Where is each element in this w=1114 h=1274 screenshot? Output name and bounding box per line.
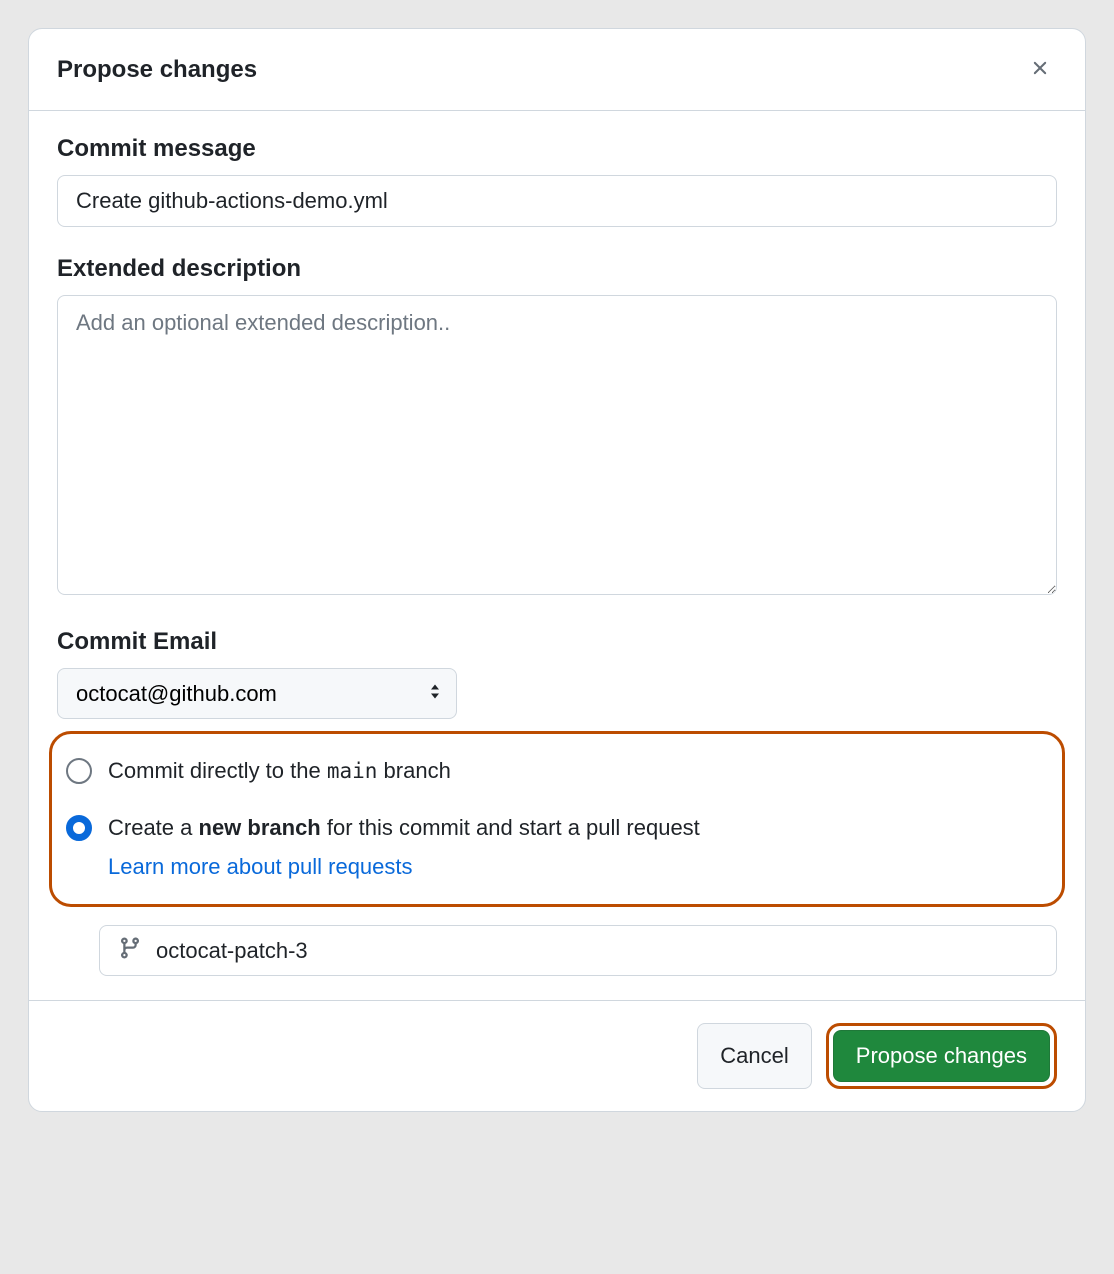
radio-commit-direct[interactable]: Commit directly to the main branch <box>56 750 1058 793</box>
radio-icon-selected <box>66 815 92 841</box>
commit-message-input[interactable] <box>57 175 1057 227</box>
commit-email-select[interactable]: octocat@github.com <box>57 668 457 719</box>
commit-email-select-wrap: octocat@github.com <box>57 668 457 719</box>
branch-choice-group: Commit directly to the main branch Creat… <box>49 731 1065 907</box>
commit-email-label: Commit Email <box>57 628 1057 656</box>
extended-description-group: Extended description <box>57 255 1057 600</box>
radio-commit-direct-label: Commit directly to the main branch <box>108 756 451 787</box>
commit-message-group: Commit message <box>57 135 1057 227</box>
submit-highlight: Propose changes <box>826 1023 1057 1089</box>
close-icon <box>1029 57 1051 82</box>
dialog-header: Propose changes <box>29 29 1085 111</box>
close-button[interactable] <box>1023 51 1057 88</box>
dialog-footer: Cancel Propose changes <box>29 1000 1085 1111</box>
dialog-title: Propose changes <box>57 56 257 84</box>
branch-name-input[interactable] <box>154 937 1038 965</box>
cancel-button[interactable]: Cancel <box>697 1023 811 1089</box>
extended-description-label: Extended description <box>57 255 1057 283</box>
branch-name-input-wrap <box>99 925 1057 976</box>
commit-email-group: Commit Email octocat@github.com <box>57 628 1057 719</box>
propose-changes-button[interactable]: Propose changes <box>833 1030 1050 1082</box>
propose-changes-dialog: Propose changes Commit message Extended … <box>28 28 1086 1112</box>
learn-more-link[interactable]: Learn more about pull requests <box>108 852 700 883</box>
radio-create-branch-label: Create a new branch for this commit and … <box>108 813 700 883</box>
radio-icon <box>66 758 92 784</box>
commit-message-label: Commit message <box>57 135 1057 163</box>
git-branch-icon <box>118 936 142 965</box>
radio-create-branch[interactable]: Create a new branch for this commit and … <box>56 807 1058 889</box>
dialog-body: Commit message Extended description Comm… <box>29 111 1085 1000</box>
extended-description-input[interactable] <box>57 295 1057 595</box>
